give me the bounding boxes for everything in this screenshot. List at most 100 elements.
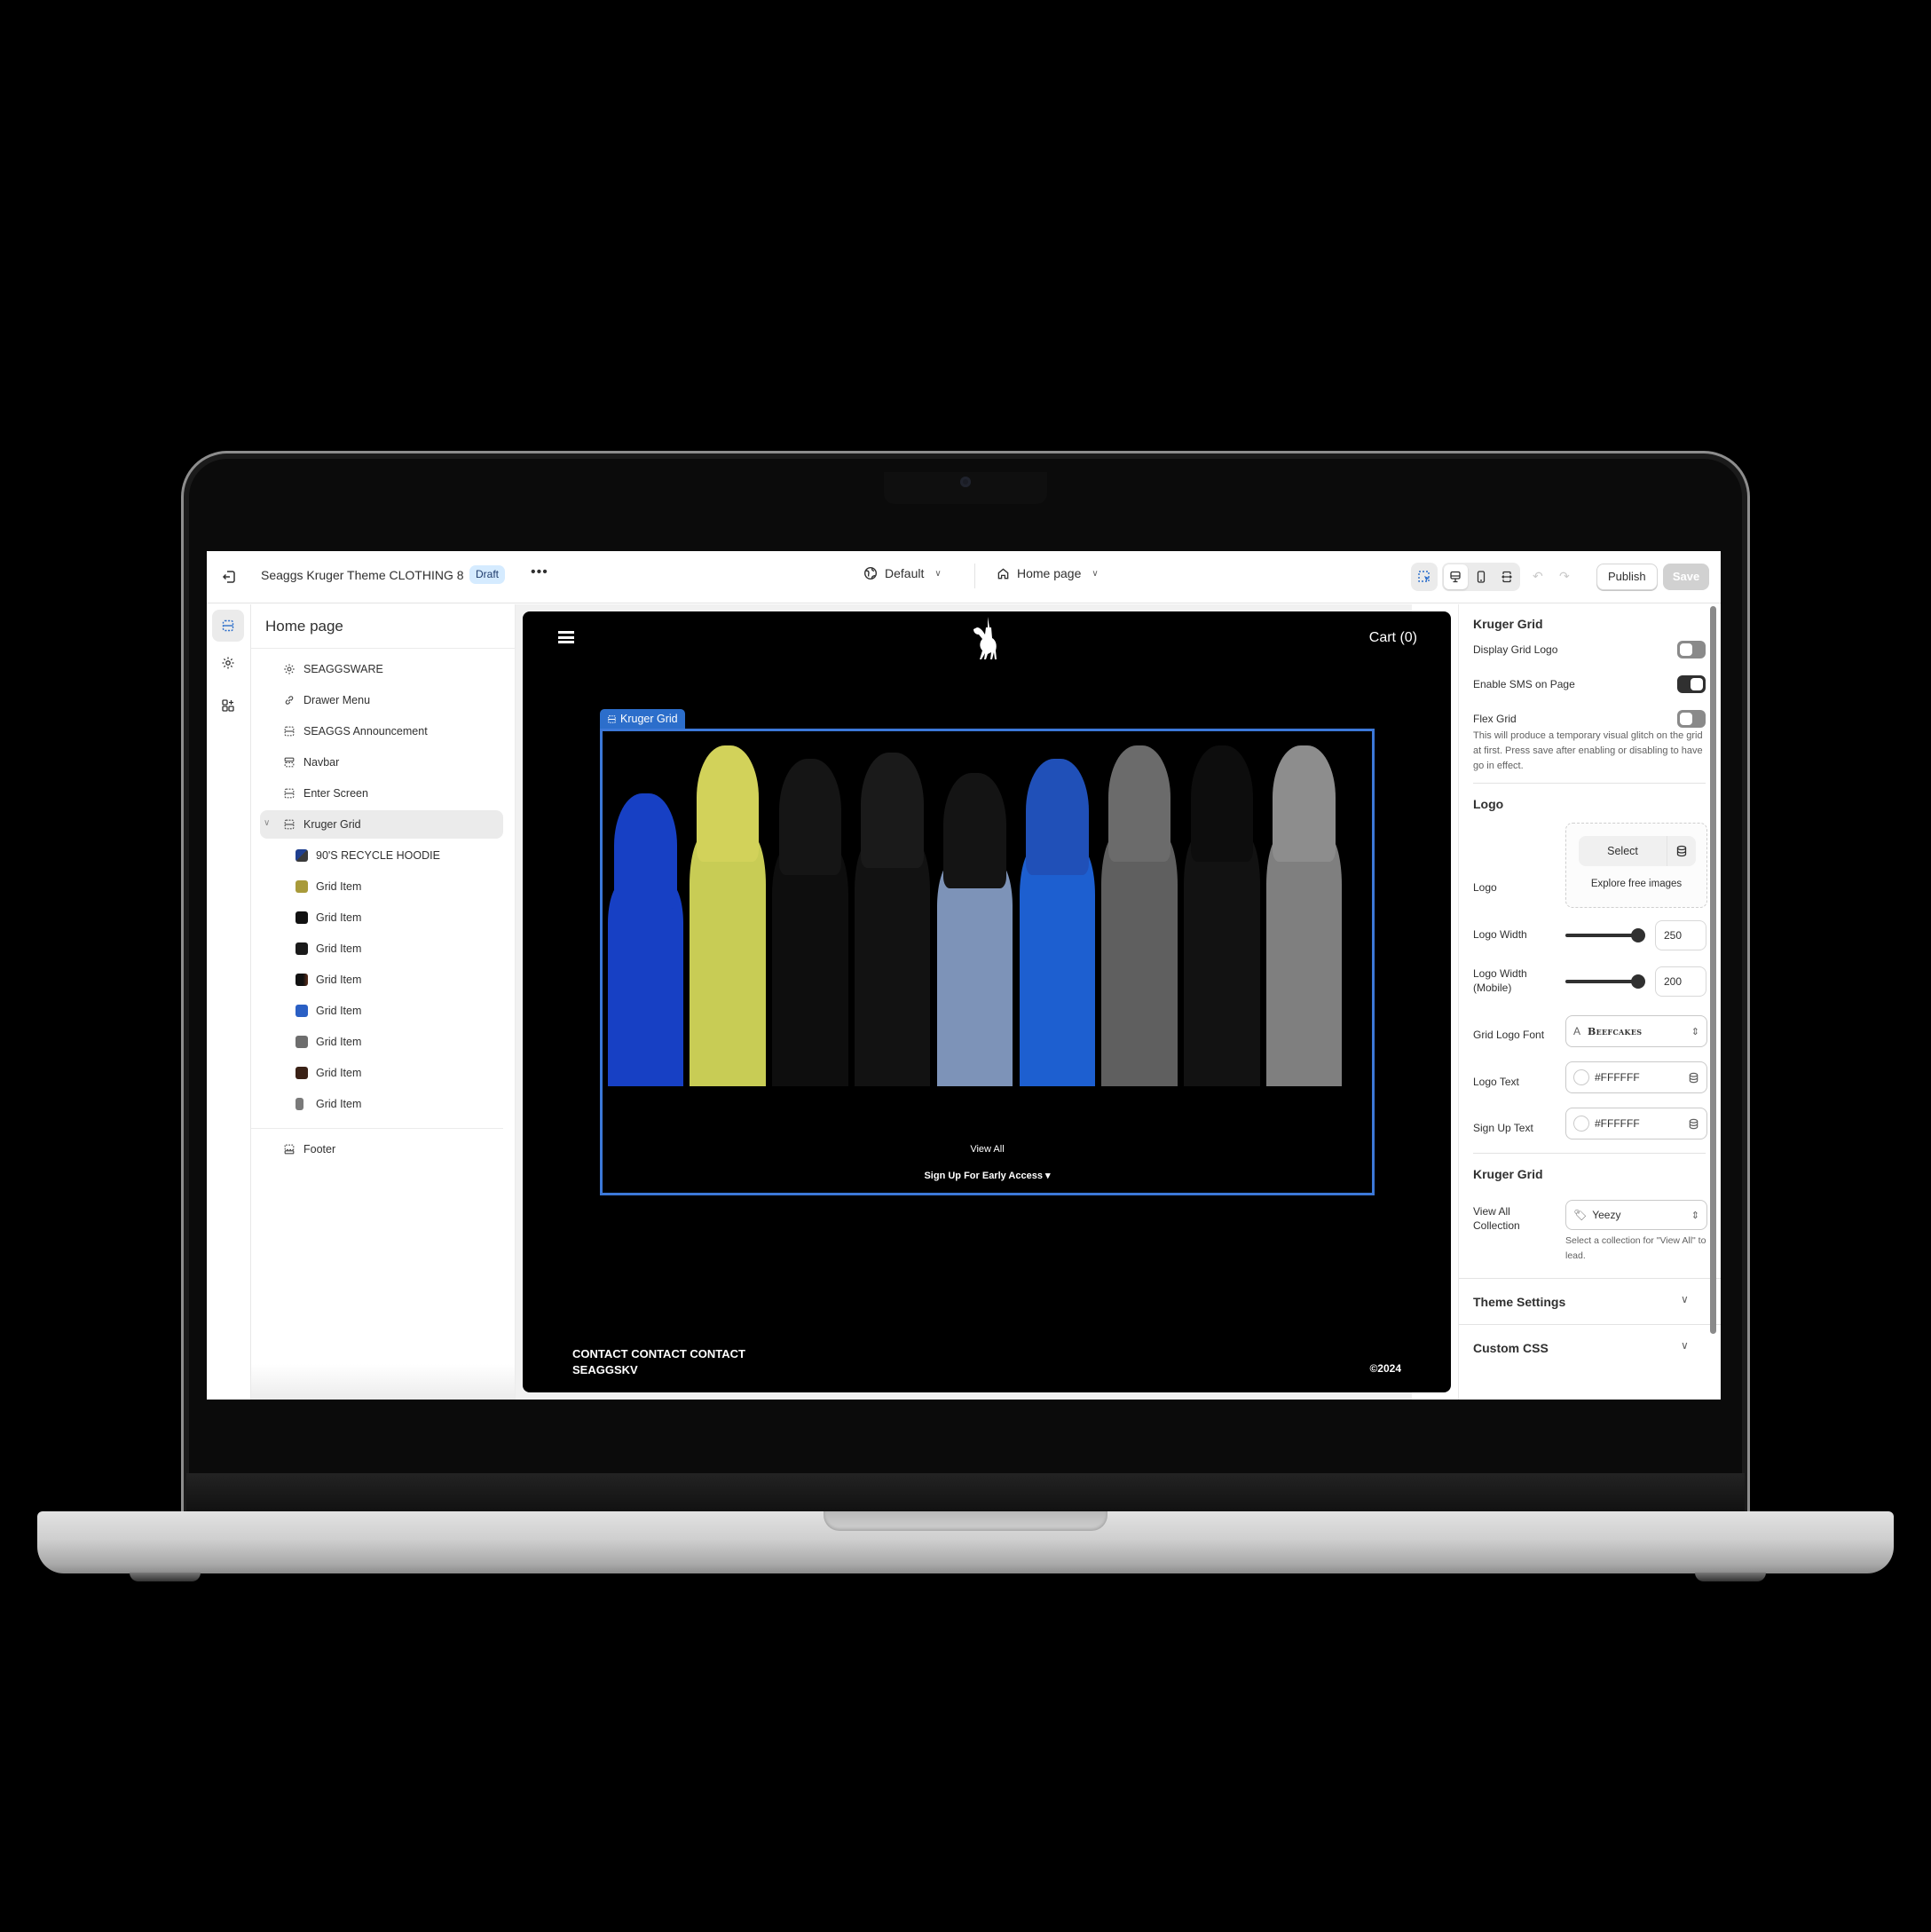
apps-icon (222, 699, 234, 712)
laptop-foot (1695, 1573, 1766, 1581)
database-icon (1676, 845, 1687, 857)
hamburger-menu-icon[interactable] (558, 631, 574, 643)
sidebar-block-item[interactable]: Grid Item (260, 1059, 503, 1087)
early-access-signup[interactable]: Sign Up For Early Access ▾ (603, 1170, 1372, 1181)
fullwidth-view-button[interactable] (1494, 564, 1518, 589)
view-all-link[interactable]: View All (603, 1144, 1372, 1155)
sidebar-item-footer[interactable]: Footer (260, 1135, 503, 1163)
grid-logo-font-label: Grid Logo Font (1473, 1029, 1545, 1041)
grid-item-image[interactable] (1099, 745, 1181, 1086)
grid-item-image[interactable] (934, 745, 1016, 1086)
exit-icon (222, 571, 235, 583)
selected-section-tag[interactable]: Kruger Grid (600, 709, 685, 729)
save-button[interactable]: Save (1663, 564, 1709, 590)
grid-item-image[interactable] (1016, 745, 1099, 1086)
view-all-collection-picker[interactable]: 🏷 Yeezy ⇕ (1565, 1200, 1707, 1230)
block-thumbnail (296, 1067, 308, 1079)
inspector-toggle[interactable] (1411, 563, 1438, 591)
undo-button[interactable]: ↶ (1533, 569, 1543, 584)
flex-grid-toggle[interactable] (1677, 710, 1706, 728)
exit-button[interactable] (219, 567, 239, 587)
theme-selector[interactable]: Default ∨ (863, 566, 942, 580)
garment-hood (696, 745, 760, 862)
logo-width-slider[interactable] (1565, 928, 1645, 942)
sidebar-item-kruger-grid[interactable]: ∨ Kruger Grid (260, 810, 503, 839)
publish-button[interactable]: Publish (1596, 564, 1658, 590)
sidebar-item-label: Footer (303, 1143, 336, 1155)
view-all-help: Select a collection for "View All" to le… (1565, 1235, 1706, 1261)
sidebar-item-seaggsware[interactable]: SEAGGSWARE (260, 655, 503, 683)
explore-free-images-link[interactable]: Explore free images (1566, 879, 1706, 889)
sidebar-item-drawer-menu[interactable]: Drawer Menu (260, 686, 503, 714)
database-icon[interactable] (1688, 1072, 1699, 1084)
section-settings-panel: Kruger Grid Display Grid Logo Enable SMS… (1458, 604, 1721, 1400)
horse-logo-icon[interactable] (968, 615, 1007, 661)
block-thumbnail (296, 880, 308, 893)
sidebar-block-item[interactable]: Grid Item (260, 997, 503, 1025)
accordion-custom-css[interactable]: Custom CSS ∨ (1459, 1324, 1721, 1370)
block-label: Grid Item (316, 1036, 362, 1048)
enable-sms-toggle[interactable] (1677, 675, 1706, 693)
redo-button[interactable]: ↷ (1559, 569, 1570, 584)
slider-handle[interactable] (1631, 928, 1645, 942)
grid-item-image[interactable] (851, 745, 934, 1086)
kruger-grid-section[interactable]: View All Sign Up For Early Access ▾ (600, 729, 1375, 1195)
sidebar-block-item[interactable]: Grid Item (260, 934, 503, 963)
sidebar-item-label: Enter Screen (303, 787, 368, 800)
contact-link[interactable]: CONTACT CONTACT CONTACT (572, 1346, 745, 1362)
rail-theme-settings-button[interactable] (212, 647, 244, 679)
block-thumbnail (296, 1036, 308, 1048)
grid-image-strips (604, 745, 1345, 1086)
page-selector[interactable]: Home page ∨ (997, 566, 1099, 580)
globe-icon (863, 566, 878, 580)
sidebar-block-item[interactable]: Grid Item (260, 1028, 503, 1056)
color-swatch[interactable] (1573, 1069, 1589, 1085)
chevron-down-icon[interactable]: ∨ (264, 818, 270, 828)
garment-body (772, 848, 848, 1086)
more-actions-button[interactable]: ••• (531, 564, 548, 580)
sidebar-block-item[interactable]: Grid Item (260, 1090, 503, 1118)
display-grid-logo-toggle[interactable] (1677, 641, 1706, 658)
grid-item-image[interactable] (687, 745, 769, 1086)
rail-apps-button[interactable] (212, 690, 244, 722)
device-switcher (1442, 563, 1520, 591)
rail-sections-button[interactable] (212, 610, 244, 642)
garment-hood (1190, 745, 1254, 862)
grid-item-image[interactable] (1180, 745, 1263, 1086)
logo-width-mobile-slider[interactable] (1565, 974, 1645, 989)
section-icon (608, 714, 616, 723)
garment-hood (1273, 745, 1336, 862)
sidebar-block-item[interactable]: Grid Item (260, 966, 503, 994)
signup-text-color-picker[interactable]: #FFFFFF (1565, 1108, 1707, 1139)
section-icon (281, 816, 297, 832)
garment-body (936, 861, 1013, 1086)
cart-link[interactable]: Cart (0) (1369, 630, 1417, 646)
grid-item-image[interactable] (1263, 745, 1345, 1086)
divider (1473, 783, 1706, 784)
grid-item-image[interactable] (769, 745, 852, 1086)
font-value: Beefcakes (1588, 1025, 1643, 1037)
database-icon[interactable] (1688, 1118, 1699, 1130)
logo-select-button[interactable]: Select (1579, 836, 1667, 866)
accordion-theme-settings[interactable]: Theme Settings ∨ (1459, 1278, 1721, 1324)
sidebar-item-navbar[interactable]: Navbar (260, 748, 503, 777)
logo-width-mobile-input[interactable]: 200 (1655, 966, 1706, 997)
block-label: Grid Item (316, 1098, 362, 1110)
mobile-icon (1477, 571, 1486, 583)
sidebar-item-enter-screen[interactable]: Enter Screen (260, 779, 503, 808)
desktop-view-button[interactable] (1444, 564, 1468, 589)
grid-item-image[interactable] (604, 745, 687, 1086)
camera-icon (960, 477, 971, 487)
sidebar-item-seaggs-announcement[interactable]: SEAGGS Announcement (260, 717, 503, 745)
mobile-view-button[interactable] (1470, 564, 1494, 589)
logo-text-color-picker[interactable]: #FFFFFF (1565, 1061, 1707, 1093)
sidebar-block-item[interactable]: Grid Item (260, 872, 503, 901)
color-swatch[interactable] (1573, 1116, 1589, 1132)
slider-handle[interactable] (1631, 974, 1645, 989)
grid-logo-font-picker[interactable]: A Beefcakes ⇕ (1565, 1015, 1707, 1047)
settings-scrollbar[interactable] (1710, 606, 1716, 1334)
dynamic-source-button[interactable] (1667, 836, 1696, 866)
sidebar-block-item[interactable]: 90'S RECYCLE HOODIE (260, 841, 503, 870)
sidebar-block-item[interactable]: Grid Item (260, 903, 503, 932)
logo-width-input[interactable]: 250 (1655, 920, 1706, 950)
